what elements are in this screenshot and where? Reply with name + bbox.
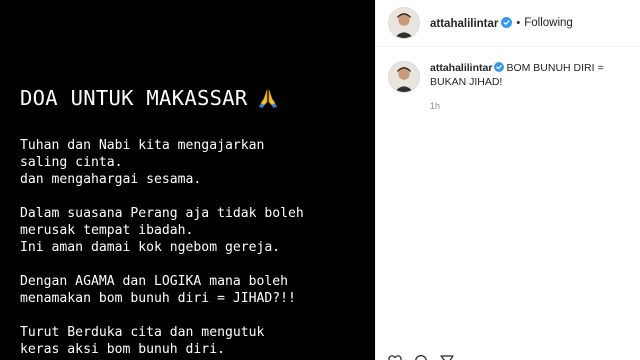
separator-dot: •: [516, 17, 521, 29]
post-line: Ini aman damai kok ngebom gereja.: [20, 240, 281, 255]
post-paragraph: Dalam suasana Perang aja tidak boleh mer…: [20, 205, 370, 256]
post-paragraph: Turut Berduka cita dan mengutuk keras ak…: [20, 324, 370, 358]
post-line: Dengan AGAMA dan LOGIKA mana boleh: [20, 274, 289, 289]
verified-badge-icon: [501, 16, 513, 28]
verified-badge-icon: [494, 62, 505, 72]
post-header: attahalilintar • Following: [376, 0, 640, 47]
caption-block: attahalilintar BOM BUNUH DIRI = BUKAN JIH…: [430, 61, 630, 111]
comment-icon[interactable]: [414, 354, 428, 360]
post-line: menamakan bom bunuh diri = JIHAD?!!: [20, 291, 296, 306]
post-paragraph: Dengan AGAMA dan LOGIKA mana boleh menam…: [20, 273, 370, 307]
post-sidebar: attahalilintar • Following attahalilinta…: [375, 0, 640, 360]
post-line: Tuhan dan Nabi kita mengajarkan: [20, 138, 265, 153]
header-username[interactable]: attahalilintar: [430, 16, 513, 30]
post-line: Turut Berduka cita dan mengutuk: [20, 325, 265, 340]
heart-icon[interactable]: [388, 354, 402, 360]
caption-username[interactable]: attahalilintar: [430, 62, 492, 74]
following-button[interactable]: Following: [524, 17, 573, 29]
post-line: saling cinta.: [20, 155, 123, 170]
caption-row: attahalilintar BOM BUNUH DIRI = BUKAN JIH…: [376, 47, 640, 111]
post-text: DOA UNTUK MAKASSAR Tuhan dan Nabi kita m…: [20, 86, 370, 360]
post-heading: DOA UNTUK MAKASSAR: [20, 86, 370, 110]
header-username-text[interactable]: attahalilintar: [430, 18, 498, 30]
post-heading-text: DOA UNTUK MAKASSAR: [20, 86, 248, 110]
post-line: merusak tempat ibadah.: [20, 223, 194, 238]
post-line: dan mengahargai sesama.: [20, 172, 202, 187]
action-bar: [388, 354, 454, 360]
post-body: Tuhan dan Nabi kita mengajarkan saling c…: [20, 137, 370, 358]
avatar[interactable]: [388, 7, 420, 39]
post-line: keras aksi bom bunuh diri.: [20, 342, 225, 357]
share-icon[interactable]: [440, 354, 454, 360]
avatar[interactable]: [388, 61, 420, 93]
caption-timestamp: 1h: [430, 101, 441, 111]
post-line: Dalam suasana Perang aja tidak boleh: [20, 206, 304, 221]
folded-hands-icon: [257, 87, 279, 109]
caption: attahalilintar BOM BUNUH DIRI = BUKAN JIH…: [430, 61, 630, 89]
post-image: DOA UNTUK MAKASSAR Tuhan dan Nabi kita m…: [0, 0, 375, 360]
post-paragraph: Tuhan dan Nabi kita mengajarkan saling c…: [20, 137, 370, 188]
